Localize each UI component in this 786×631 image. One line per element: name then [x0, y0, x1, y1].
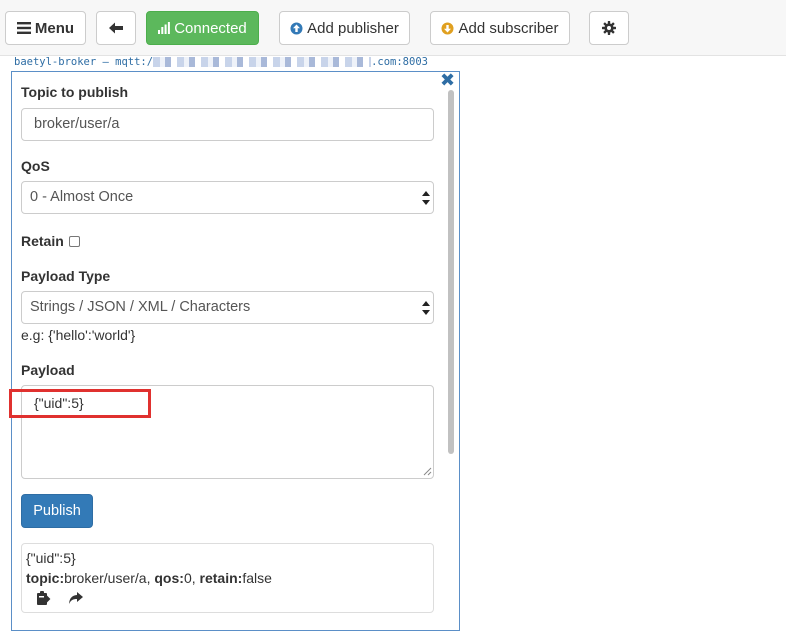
- signal-bars-icon: [158, 22, 171, 34]
- circle-arrow-down-icon: [441, 22, 454, 35]
- message-qos-key: qos:: [154, 570, 184, 586]
- arrow-left-icon: [109, 22, 123, 34]
- menu-button[interactable]: Menu: [5, 11, 86, 45]
- publish-label: Publish: [33, 503, 81, 519]
- payload-type-value: Strings / JSON / XML / Characters: [30, 299, 251, 315]
- message-retain-value: false: [242, 570, 272, 586]
- message-qos-value: 0: [183, 570, 192, 586]
- connected-label: Connected: [174, 19, 247, 37]
- qos-select[interactable]: 0 - Almost Once: [21, 181, 434, 214]
- retain-checkbox[interactable]: [69, 236, 80, 247]
- redacted-host: [153, 57, 372, 67]
- close-icon[interactable]: ✖: [440, 71, 455, 89]
- circle-arrow-up-icon: [290, 22, 303, 35]
- qos-select-value: 0 - Almost Once: [30, 189, 134, 205]
- add-subscriber-button[interactable]: Add subscriber: [430, 11, 570, 45]
- back-button[interactable]: [96, 11, 136, 45]
- connected-button[interactable]: Connected: [146, 11, 259, 45]
- menu-label: Menu: [34, 19, 75, 37]
- payload-type-label: Payload Type: [21, 268, 111, 284]
- scrollbar-thumb[interactable]: [448, 90, 454, 454]
- topic-input-value: broker/user/a: [34, 116, 120, 132]
- message-topic-value: broker/user/a: [64, 570, 147, 586]
- select-arrows-icon: [422, 301, 430, 315]
- publish-button[interactable]: Publish: [21, 494, 93, 528]
- select-arrows-icon: [422, 191, 430, 205]
- payload-hint: e.g: {'hello':'world'}: [21, 327, 136, 343]
- settings-button[interactable]: [589, 11, 629, 45]
- retain-label: Retain: [21, 233, 64, 249]
- share-arrow-icon[interactable]: [68, 590, 84, 606]
- connection-prefix: baetyl-broker – mqtt:/: [14, 56, 154, 68]
- clipboard-icon[interactable]: [35, 590, 51, 606]
- topic-input[interactable]: broker/user/a: [21, 108, 434, 141]
- hamburger-icon: [16, 22, 31, 34]
- qos-label: QoS: [21, 158, 50, 174]
- connection-info: baetyl-broker – mqtt:/ .com:8003: [14, 55, 428, 69]
- payload-type-select[interactable]: Strings / JSON / XML / Characters: [21, 291, 434, 324]
- payload-label: Payload: [21, 362, 75, 378]
- payload-highlight-box: [9, 389, 151, 418]
- add-publisher-button[interactable]: Add publisher: [279, 11, 410, 45]
- connection-suffix: .com:8003: [371, 56, 428, 68]
- message-payload: {"uid":5}: [26, 550, 76, 566]
- resize-grip-icon[interactable]: [423, 467, 432, 476]
- message-topic-key: topic:: [26, 570, 65, 586]
- message-retain-key: retain:: [199, 570, 243, 586]
- message-meta: topic:broker/user/a, qos:0, retain:false: [26, 570, 272, 586]
- topic-label: Topic to publish: [21, 84, 129, 100]
- add-subscriber-label: Add subscriber: [458, 19, 559, 37]
- gear-icon: [602, 21, 616, 35]
- add-publisher-label: Add publisher: [307, 19, 399, 37]
